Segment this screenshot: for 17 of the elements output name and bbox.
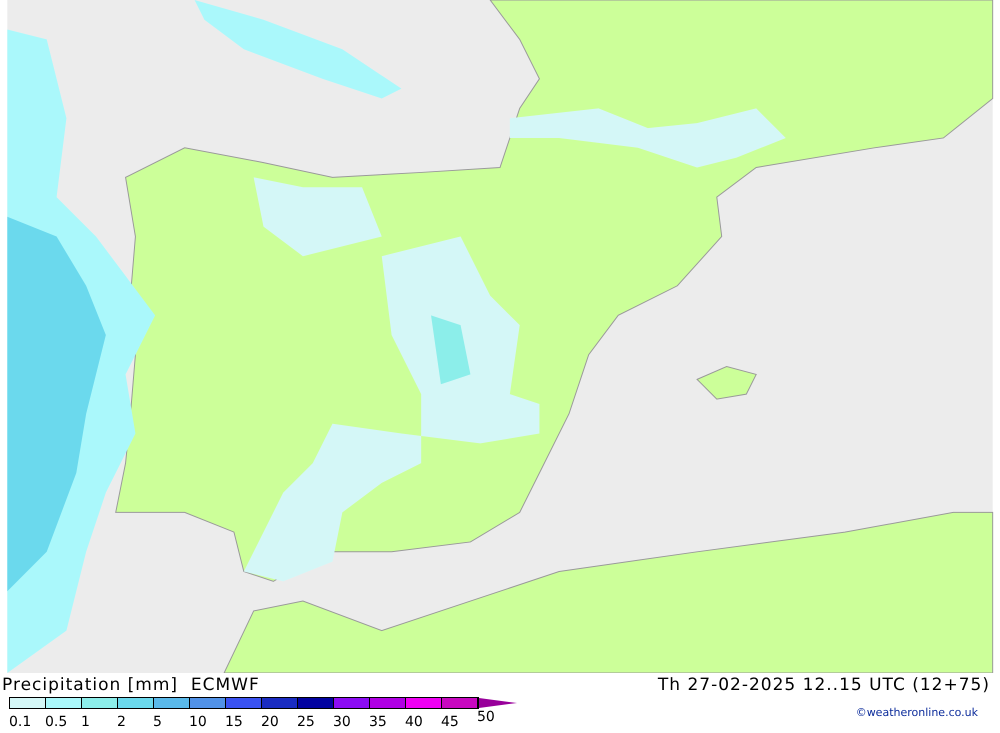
legend-label: 5: [153, 714, 162, 730]
legend-label: 0.5: [45, 714, 68, 730]
valid-time: Th 27-02-2025 12..15 UTC (12+75): [658, 674, 990, 697]
legend-label: 20: [261, 714, 279, 730]
legend-label: 30: [333, 714, 351, 730]
legend-label: 45: [441, 714, 459, 730]
legend-label: 25: [297, 714, 315, 730]
legend-label: 1: [81, 714, 90, 730]
legend-label: 40: [405, 714, 423, 730]
legend-label: 0.1: [9, 714, 32, 730]
credit-link[interactable]: ©weatheronline.co.uk: [856, 705, 978, 722]
legend-label: 10: [189, 714, 207, 730]
map-title: Precipitation [mm] ECMWF: [2, 674, 260, 697]
legend-label: 15: [225, 714, 243, 730]
legend-label: 2: [117, 714, 126, 730]
legend-label: 35: [369, 714, 387, 730]
legend-label: 50: [477, 709, 495, 725]
